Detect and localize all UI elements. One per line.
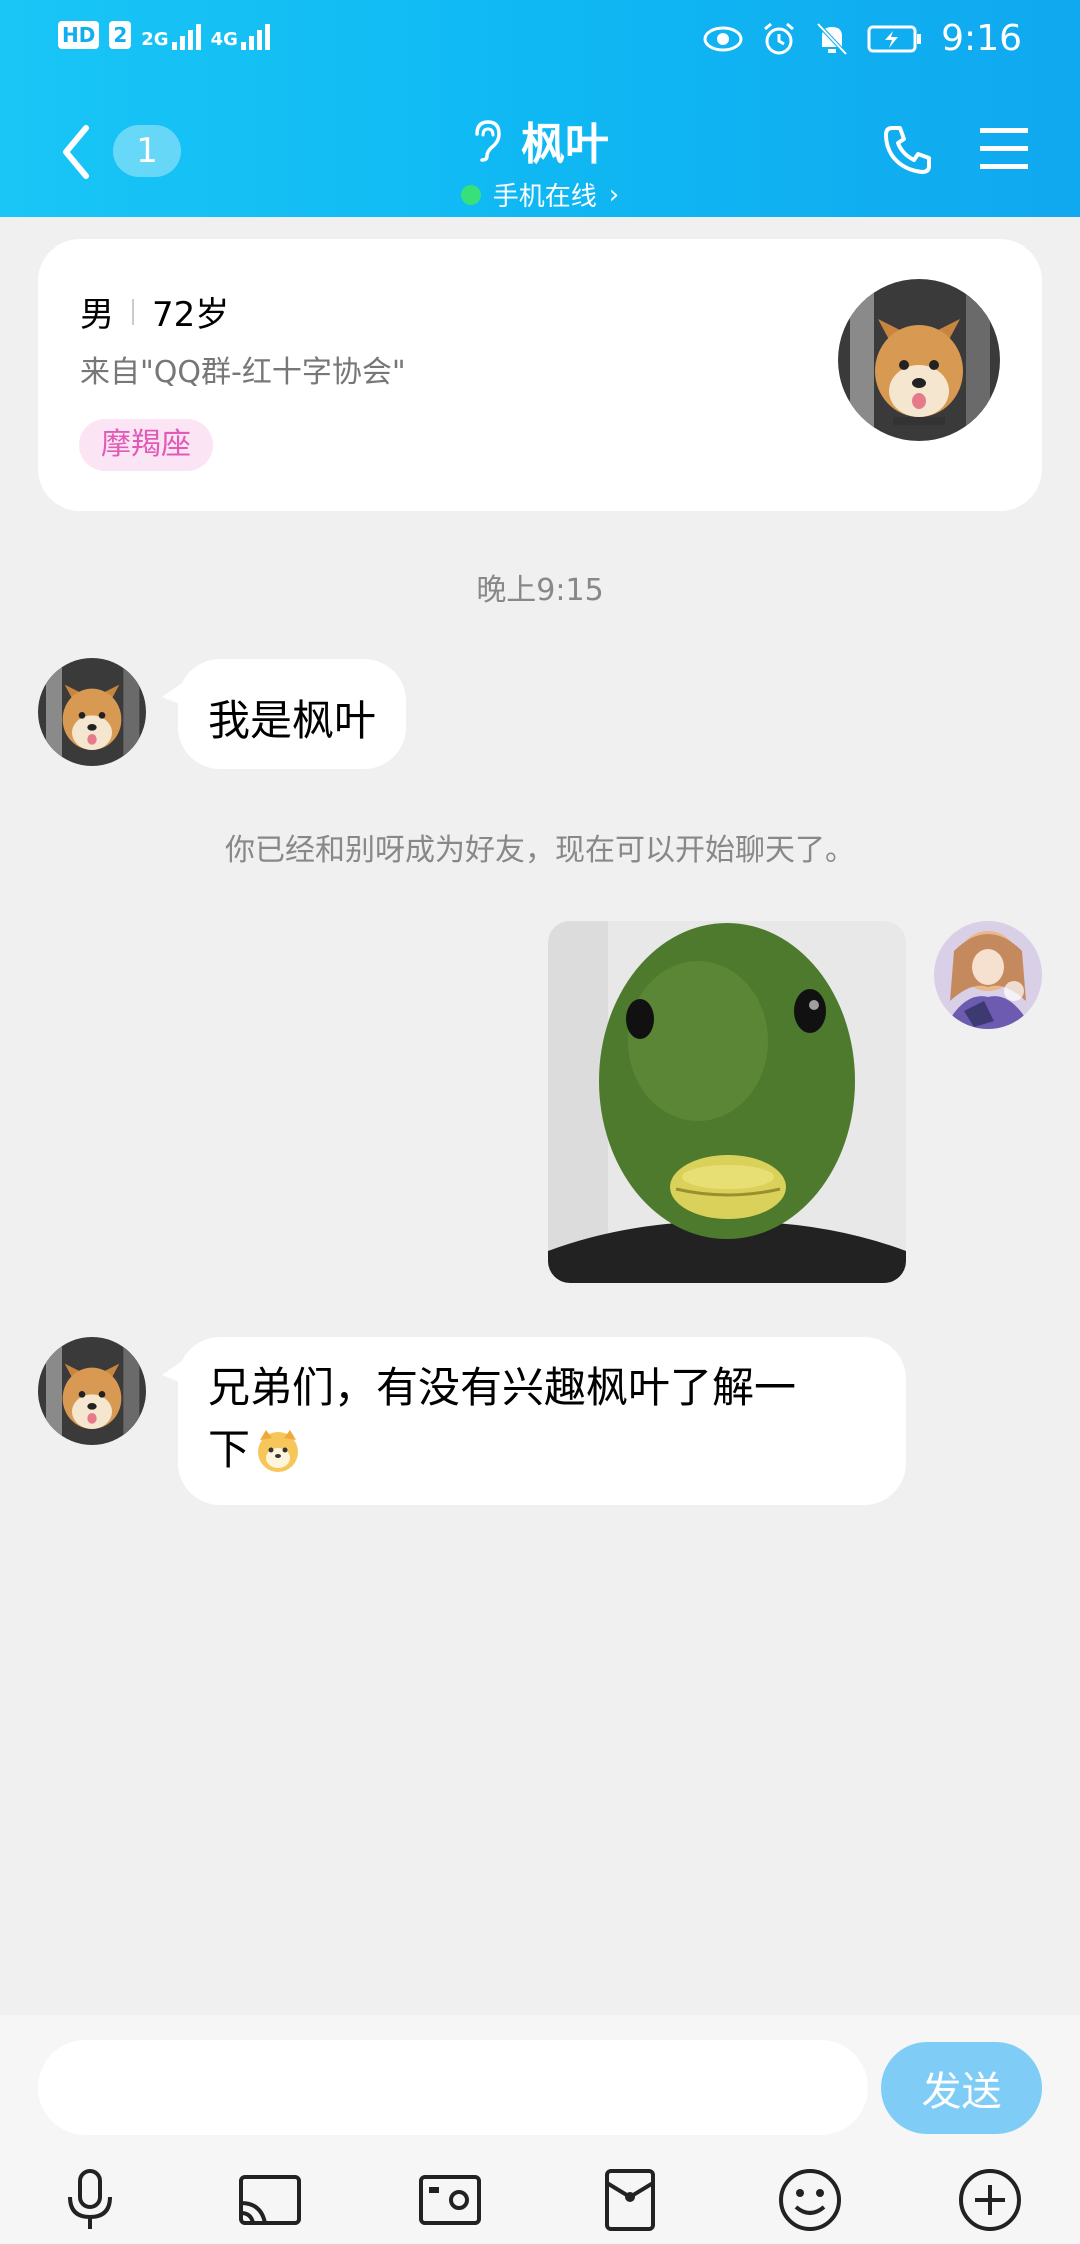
message-bubble-received[interactable]: 我是枫叶 [161, 659, 407, 769]
alarm-icon [764, 22, 795, 54]
contact-name: 枫叶 [521, 119, 609, 170]
online-status-text: 手机在线 [492, 182, 597, 212]
mic-icon[interactable] [55, 2165, 125, 2235]
clock: 9:16 [941, 18, 1022, 59]
menu-icon[interactable] [978, 124, 1030, 172]
fish-mask-image [548, 921, 906, 1283]
emoji-icon[interactable] [775, 2165, 845, 2235]
sim-badge: 2 [109, 21, 132, 49]
profile-source: 来自"QQ群-红十字协会" [80, 355, 406, 390]
status-bar: HD 2 2G 4G 9:16 [0, 0, 1080, 80]
signal-2g: 2G [141, 20, 201, 50]
profile-card[interactable]: 男 72岁 来自"QQ群-红十字协会" 摩羯座 [38, 239, 1042, 511]
signal-bars-icon [240, 20, 270, 50]
signal-bars-icon [171, 20, 201, 50]
online-dot-icon [460, 184, 481, 205]
contact-avatar[interactable] [38, 1337, 146, 1445]
system-notice: 你已经和别呀成为好友，现在可以开始聊天了。 [225, 833, 855, 868]
message-input[interactable] [38, 2040, 868, 2135]
input-bar: 发送 [0, 2015, 1080, 2244]
nav-bar: 1 枫叶 手机在线 › [0, 100, 1080, 217]
message-text-line1: 兄弟们，有没有兴趣枫叶了解一 [208, 1363, 797, 1412]
screen-cast-icon[interactable] [235, 2165, 305, 2235]
shiba-avatar-image [38, 658, 146, 766]
anime-avatar-image [934, 921, 1042, 1029]
profile-avatar[interactable] [838, 279, 1000, 441]
time-divider: 晚上9:15 [476, 573, 604, 608]
shiba-avatar-image [838, 279, 1000, 441]
status-right: 9:16 [703, 18, 1022, 59]
message-text-line2: 下 [208, 1425, 251, 1474]
chevron-right-icon: › [608, 179, 620, 210]
ear-icon[interactable] [471, 118, 503, 162]
divider [132, 298, 134, 325]
eye-icon [703, 26, 743, 51]
profile-basic-info: 男 72岁 [80, 287, 229, 336]
shiba-avatar-image [38, 1337, 146, 1445]
battery-icon [867, 25, 922, 52]
zodiac-tag: 摩羯座 [79, 419, 213, 471]
red-packet-icon[interactable] [595, 2165, 665, 2235]
message-text: 我是枫叶 [208, 696, 377, 745]
message-text-line2-wrap: 下 [208, 1419, 876, 1481]
contact-avatar[interactable] [38, 658, 146, 766]
header: HD 2 2G 4G 9:16 1 枫叶 手机在线 › [0, 0, 1080, 217]
message-image-sent[interactable] [548, 921, 906, 1283]
mute-bell-icon [816, 22, 848, 55]
hd-badge: HD [58, 21, 100, 49]
status-left: HD 2 2G 4G [58, 20, 270, 50]
phone-icon[interactable] [880, 122, 936, 178]
shiba-emoji-icon [258, 1430, 299, 1472]
network-label-2g: 2G [141, 29, 169, 50]
profile-gender: 男 [80, 295, 114, 335]
my-avatar[interactable] [934, 921, 1042, 1029]
profile-age: 72岁 [152, 295, 230, 335]
send-button[interactable]: 发送 [881, 2042, 1042, 2134]
network-label-4g: 4G [210, 29, 238, 50]
signal-4g: 4G [211, 20, 270, 50]
plus-icon[interactable] [955, 2165, 1025, 2235]
photo-icon[interactable] [415, 2165, 485, 2235]
message-bubble-received[interactable]: 兄弟们，有没有兴趣枫叶了解一 下 [162, 1337, 906, 1505]
online-status[interactable]: 手机在线 › [0, 176, 1080, 213]
